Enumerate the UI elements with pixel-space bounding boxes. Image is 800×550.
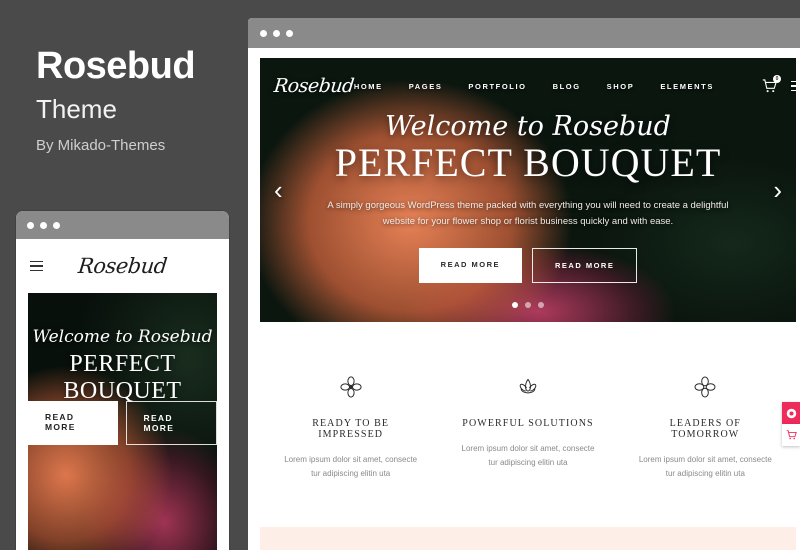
mobile-hero-script-heading: Welcome to Rosebud <box>32 327 213 347</box>
nav-item-portfolio[interactable]: PORTFOLIO <box>468 82 526 91</box>
mobile-read-more-primary-button[interactable]: READ MORE <box>28 401 118 445</box>
slider-dot-2[interactable] <box>525 302 531 308</box>
slider-dot-1[interactable] <box>512 302 518 308</box>
main-navigation: HOME PAGES PORTFOLIO BLOG SHOP ELEMENTS <box>354 75 796 93</box>
window-dot-1[interactable] <box>260 29 267 37</box>
mobile-window-titlebar <box>16 211 229 239</box>
hero-banner: Rosebud HOME PAGES PORTFOLIO BLOG SHOP E… <box>260 58 796 322</box>
record-circle-icon-button[interactable] <box>782 402 800 424</box>
nav-item-shop[interactable]: SHOP <box>607 82 635 91</box>
window-dot-3[interactable] <box>53 221 60 229</box>
mobile-navbar: Rosebud <box>16 239 229 293</box>
hero-heading: PERFECT BOUQUET <box>334 140 722 186</box>
shopping-cart-icon <box>786 430 797 440</box>
page-subtitle: Theme <box>36 94 117 124</box>
clover-flower-icon <box>635 374 776 400</box>
feature-column-3: LEADERS OF TOMORROW Lorem ipsum dolor si… <box>617 374 794 481</box>
site-logo[interactable]: Rosebud <box>273 75 355 97</box>
feature-title-2: POWERFUL SOLUTIONS <box>462 418 594 429</box>
hero-buttons: READ MORE READ MORE <box>418 247 638 283</box>
mobile-preview-window: Rosebud Welcome to Rosebud PERFECT BOUQU… <box>16 211 229 550</box>
nav-item-blog[interactable]: BLOG <box>553 82 581 91</box>
features-section: READY TO BE IMPRESSED Lorem ipsum dolor … <box>248 322 800 527</box>
record-circle-icon <box>786 408 796 418</box>
feature-column-1: READY TO BE IMPRESSED Lorem ipsum dolor … <box>262 374 439 481</box>
header-icons: 0 <box>762 75 796 93</box>
shopping-cart-icon[interactable]: 0 <box>762 75 781 93</box>
cart-count-badge: 0 <box>772 75 781 83</box>
window-dot-3[interactable] <box>286 29 293 37</box>
hamburger-icon[interactable] <box>790 80 796 92</box>
slider-prev-arrow[interactable]: ‹ <box>274 177 283 203</box>
mobile-site-logo[interactable]: Rosebud <box>16 254 229 278</box>
nav-item-pages[interactable]: PAGES <box>409 82 443 91</box>
window-dot-2[interactable] <box>40 221 47 229</box>
feature-column-2: POWERFUL SOLUTIONS Lorem ipsum dolor sit… <box>439 374 616 481</box>
nav-item-home[interactable]: HOME <box>354 82 383 91</box>
read-more-secondary-button[interactable]: READ MORE <box>532 247 638 283</box>
feature-text-3: Lorem ipsum dolor sit amet, consecte tur… <box>638 455 772 478</box>
lotus-flower-icon <box>457 374 598 400</box>
feature-title-1: READY TO BE IMPRESSED <box>312 418 390 440</box>
feature-title-3: LEADERS OF TOMORROW <box>669 418 741 440</box>
theme-author: By Mikado-Themes <box>36 137 166 154</box>
slider-dot-3[interactable] <box>538 302 544 308</box>
feature-text-2: Lorem ipsum dolor sit amet, consecte tur… <box>461 444 595 467</box>
desktop-preview-window: Rosebud HOME PAGES PORTFOLIO BLOG SHOP E… <box>248 18 800 550</box>
page-title: Rosebud <box>36 45 196 87</box>
read-more-primary-button[interactable]: READ MORE <box>418 247 522 283</box>
peach-content-section <box>260 527 796 550</box>
desktop-preview-body: Rosebud HOME PAGES PORTFOLIO BLOG SHOP E… <box>248 48 800 550</box>
site-header: Rosebud HOME PAGES PORTFOLIO BLOG SHOP E… <box>260 58 796 114</box>
mobile-hero-heading: PERFECT BOUQUET <box>63 351 182 404</box>
slider-next-arrow[interactable]: › <box>773 177 782 203</box>
floating-side-buttons <box>782 402 800 446</box>
mobile-hero-banner: Welcome to Rosebud PERFECT BOUQUET READ … <box>28 293 217 550</box>
flower-four-petal-icon <box>280 374 421 400</box>
window-dot-1[interactable] <box>27 221 34 229</box>
nav-item-elements[interactable]: ELEMENTS <box>660 82 714 91</box>
desktop-window-titlebar <box>248 18 800 48</box>
hero-description: A simply gorgeous WordPress theme packed… <box>327 200 729 227</box>
slider-pagination <box>260 302 796 308</box>
feature-text-1: Lorem ipsum dolor sit amet, consecte tur… <box>284 455 418 478</box>
shopping-cart-icon-button[interactable] <box>782 424 800 446</box>
mobile-read-more-secondary-button[interactable]: READ MORE <box>125 401 217 445</box>
hero-script-heading: Welcome to Rosebud <box>385 111 671 143</box>
window-dot-2[interactable] <box>273 29 280 37</box>
mobile-hero-buttons: READ MORE READ MORE <box>28 401 217 445</box>
